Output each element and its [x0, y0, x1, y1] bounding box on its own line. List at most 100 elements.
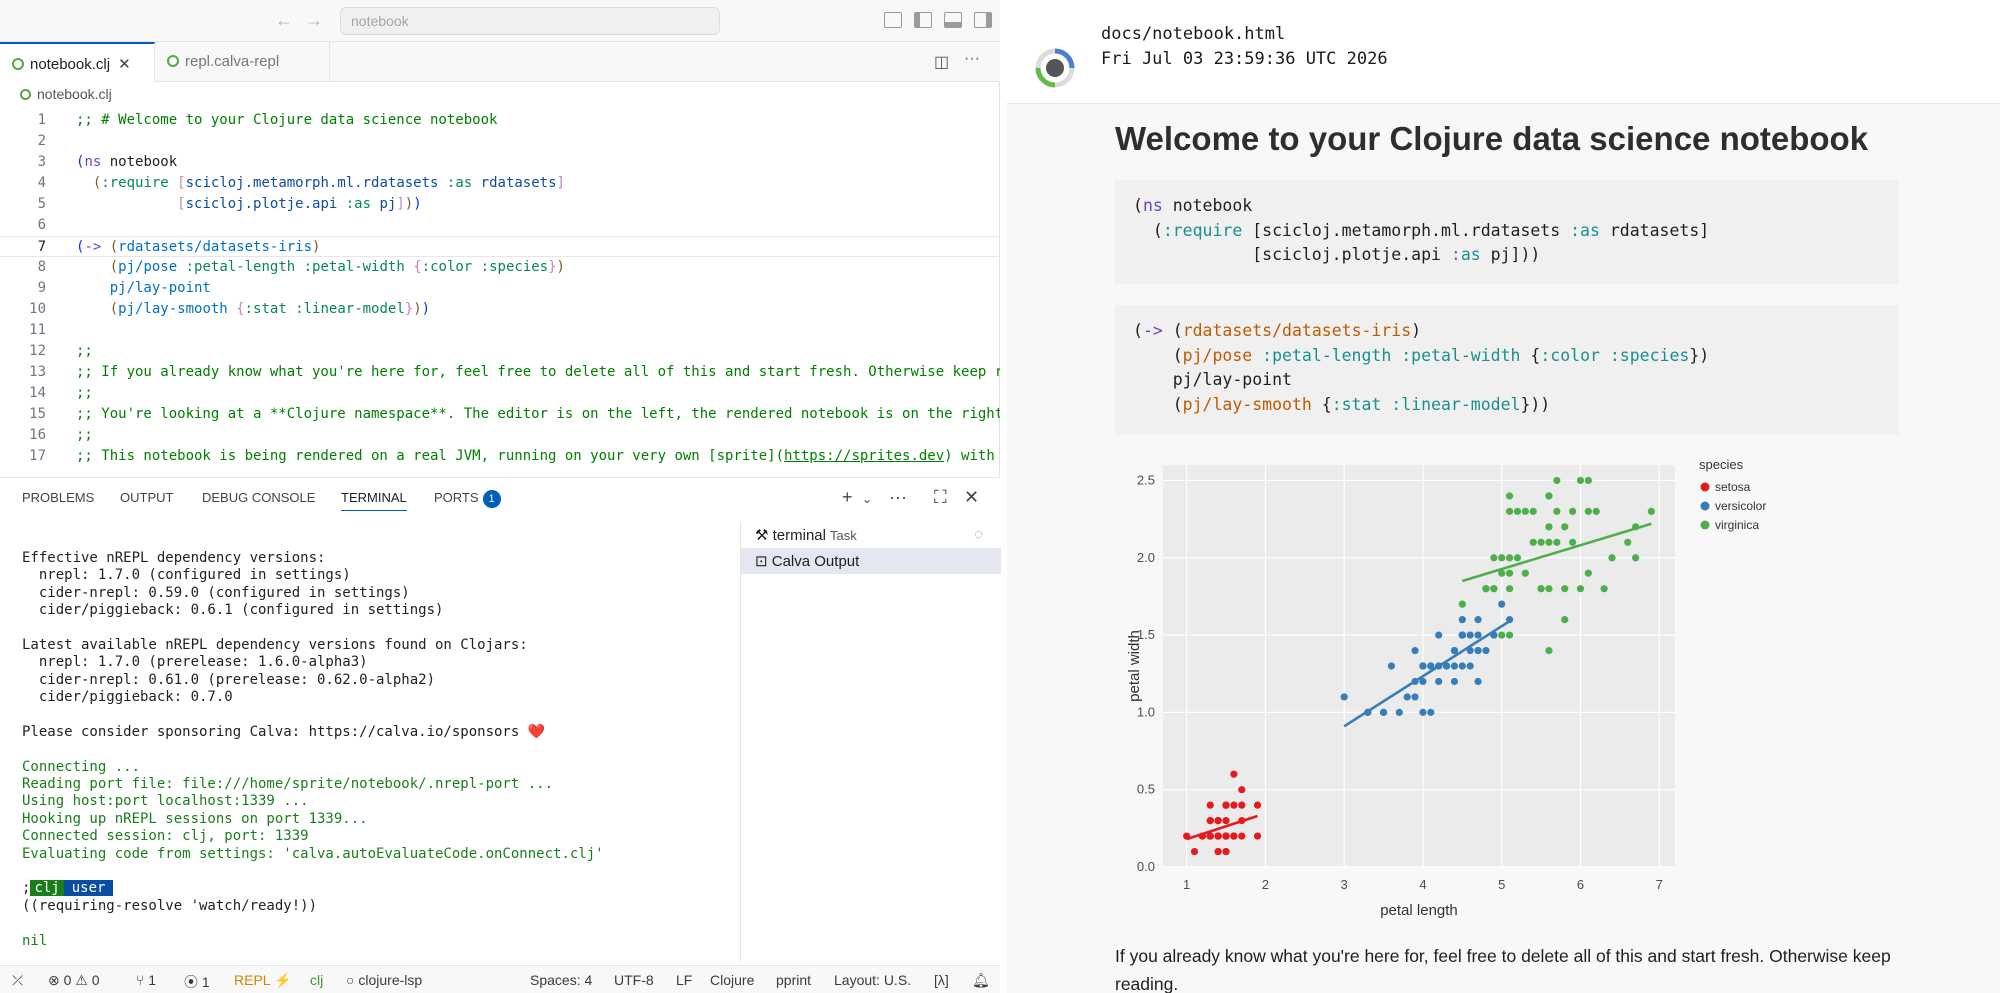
code-line[interactable]: 1 ;; # Welcome to your Clojure data scien… — [0, 110, 1000, 131]
data-point-versicolor — [1466, 662, 1474, 670]
forward-arrow-icon[interactable]: → — [305, 10, 323, 31]
breadcrumb[interactable]: notebook.clj — [20, 86, 112, 102]
eol-status[interactable]: LF — [676, 972, 692, 988]
keyboard-layout-status[interactable]: Layout: U.S. — [834, 972, 911, 988]
data-point-versicolor — [1450, 662, 1459, 670]
code-line[interactable]: 5 [scicloj.plotje.api :as pj])) — [0, 194, 1000, 215]
tab-terminal[interactable]: TERMINAL — [341, 490, 407, 511]
data-point-virginica — [1545, 646, 1553, 655]
prompt-namespace: user — [63, 880, 114, 897]
terminal-line: cider/piggieback: 0.7.0 — [22, 689, 233, 706]
terminal-list: ⚒ terminal Task ◌ ⊡ Calva Output — [740, 522, 1001, 962]
data-point-versicolor — [1474, 646, 1482, 655]
code-text: (pj/lay-smooth {:stat :linear-model})) — [109, 301, 431, 317]
data-point-virginica — [1632, 554, 1640, 562]
code-line[interactable]: 13 ;; If you already know what you're her… — [0, 362, 1000, 383]
tab-notebook-clj[interactable]: notebook.clj ✕ — [0, 42, 155, 82]
git-status[interactable]: ⑂ 1 — [136, 972, 156, 988]
data-point-setosa — [1238, 801, 1246, 809]
legend-title: species — [1699, 457, 1744, 472]
data-point-virginica — [1553, 476, 1561, 485]
title-bar: ← → notebook — [0, 0, 1000, 42]
back-arrow-icon[interactable]: ← — [275, 10, 293, 31]
code-line[interactable]: 2 — [0, 131, 1000, 152]
repl-status[interactable]: REPL ⚡ — [234, 972, 291, 989]
ports-status[interactable]: ⦿ 1 — [184, 972, 210, 992]
toggle-primary-sidebar-icon[interactable] — [914, 12, 932, 28]
clj-status[interactable]: clj — [310, 972, 323, 988]
code-line[interactable]: 17 ;; This notebook is being rendered on … — [0, 446, 1000, 467]
code-line[interactable]: 8 (pj/pose :petal-length :petal-width {:… — [0, 257, 1000, 278]
data-point-versicolor — [1435, 677, 1443, 686]
code-text: ;; This notebook is being rendered on a … — [76, 448, 995, 464]
language-status[interactable]: Clojure — [710, 972, 754, 988]
close-icon[interactable]: ✕ — [118, 56, 131, 73]
document-date: Fri Jul 03 23:59:36 UTC 2026 — [1101, 49, 1388, 69]
terminal-item-calva-output[interactable]: ⊡ Calva Output — [741, 548, 1001, 574]
code-line[interactable]: 3 (ns notebook — [0, 152, 1000, 173]
data-point-virginica — [1505, 507, 1514, 515]
new-terminal-icon[interactable]: + — [842, 487, 853, 508]
lsp-status[interactable]: ○ clojure-lsp — [346, 972, 422, 988]
more-actions-icon[interactable]: ··· — [964, 50, 980, 68]
tab-output[interactable]: OUTPUT — [120, 490, 173, 505]
terminal-item-task[interactable]: ⚒ terminal Task ◌ — [741, 522, 1001, 548]
code-line[interactable]: 12;; — [0, 341, 1000, 362]
legend-swatch-versicolor — [1700, 501, 1710, 511]
toggle-panel-icon[interactable] — [944, 12, 962, 28]
data-point-virginica — [1592, 507, 1600, 515]
code-line[interactable]: 7 (-> (rdatasets/datasets-iris) — [0, 236, 1000, 257]
split-editor-icon[interactable]: ◫ — [934, 52, 949, 72]
code-line[interactable]: 10 (pj/lay-smooth {:stat :linear-model})… — [0, 299, 1000, 320]
code-text: ;; # Welcome to your Clojure data scienc… — [76, 112, 498, 128]
remote-icon[interactable]: ⤫ — [12, 972, 23, 989]
command-center-search[interactable]: notebook — [340, 7, 720, 35]
maximize-panel-icon[interactable]: ⛶ — [934, 487, 947, 508]
code-line[interactable]: 6 — [0, 215, 1000, 236]
encoding-status[interactable]: UTF-8 — [614, 972, 654, 988]
data-point-versicolor — [1474, 616, 1482, 624]
code-line: (:require [scicloj.metamorph.ml.rdataset… — [1133, 220, 1710, 240]
toggle-secondary-sidebar-icon[interactable] — [974, 12, 992, 28]
customize-layout-icon[interactable] — [884, 12, 902, 28]
code-line[interactable]: 14;; — [0, 383, 1000, 404]
lambda-status[interactable]: [λ] — [934, 972, 949, 988]
code-line[interactable]: 11 — [0, 320, 1000, 341]
terminal-output[interactable]: Effective nREPL dependency versions: nre… — [22, 550, 722, 970]
iris-scatter-chart[interactable]: 1 2 3 4 5 6 70.00.51.01.52.02.5petal lengthpet… — [1115, 455, 1875, 925]
breadcrumb-label: notebook.clj — [37, 86, 112, 102]
data-point-virginica — [1505, 492, 1514, 500]
data-point-virginica — [1545, 585, 1553, 593]
x-tick-label: 6 — [1577, 877, 1584, 892]
code-line[interactable]: 18;; — [0, 467, 1000, 470]
tab-ports[interactable]: PORTS 1 — [434, 490, 501, 508]
code-text: ;; — [76, 385, 93, 401]
tab-debug-console[interactable]: DEBUG CONSOLE — [202, 490, 315, 505]
data-point-virginica — [1513, 507, 1522, 515]
more-actions-icon[interactable]: ··· — [889, 487, 907, 508]
terminal-item-sub: Task — [829, 528, 857, 543]
indentation-status[interactable]: Spaces: 4 — [530, 972, 592, 988]
problems-status[interactable]: ⊗ 0 ⚠ 0 — [48, 972, 100, 989]
code-editor[interactable]: 1 ;; # Welcome to your Clojure data scien… — [0, 110, 1000, 470]
git-count: 1 — [148, 972, 157, 988]
tab-repl-calva-repl[interactable]: repl.calva-repl — [155, 42, 330, 82]
notebook-preview: docs/notebook.html Fri Jul 03 23:59:36 U… — [1007, 0, 2000, 993]
data-point-virginica — [1537, 585, 1545, 593]
pprint-status[interactable]: pprint — [776, 972, 811, 988]
close-panel-icon[interactable]: ✕ — [964, 487, 979, 508]
data-point-setosa — [1230, 770, 1238, 778]
data-point-setosa — [1222, 817, 1230, 825]
line-number: 2 — [37, 133, 46, 149]
code-line[interactable]: 16;; — [0, 425, 1000, 446]
code-line[interactable]: 4 (:require [scicloj.metamorph.ml.rdatas… — [0, 173, 1000, 194]
bell-icon[interactable]: 🔔︎ — [972, 972, 990, 989]
code-line[interactable]: 15 ;; You're looking at a **Clojure names… — [0, 404, 1000, 425]
code-text: ;; — [76, 343, 93, 359]
chevron-down-icon[interactable]: ⌄ — [862, 492, 872, 506]
code-line[interactable]: 9 pj/lay-point — [0, 278, 1000, 299]
code-text: ;; You're looking at a **Clojure namespa… — [76, 406, 1000, 422]
notebook-paragraph: If you already know what you're here for… — [1115, 946, 1891, 993]
tab-problems[interactable]: PROBLEMS — [22, 490, 94, 505]
